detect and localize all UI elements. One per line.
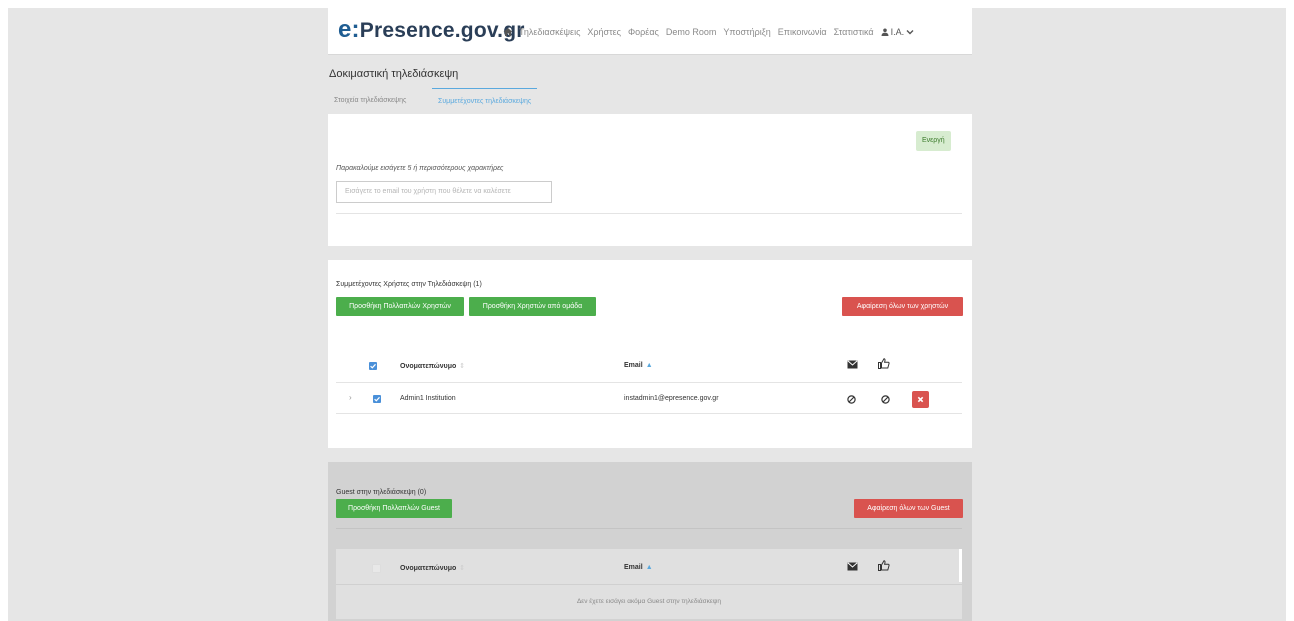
page-container: e:Presence.gov.gr Τηλεδιασκέψεις Χρήστες… — [328, 0, 972, 621]
user-icon — [881, 28, 889, 36]
nav-item-demo-room[interactable]: Demo Room — [666, 27, 717, 37]
add-users-from-group-button[interactable]: Προσθήκη Χρηστών από ομάδα — [469, 297, 596, 316]
thumbs-up-icon — [878, 560, 890, 571]
nav-item-institution[interactable]: Φορέας — [628, 27, 659, 37]
column-header-email[interactable]: Email ▲ — [624, 362, 653, 369]
brand-logo[interactable]: e:Presence.gov.gr — [338, 16, 525, 44]
table-divider — [336, 382, 962, 383]
guests-panel: Guest στην τηλεδιάσκεψη (0) Προσθήκη Πολ… — [328, 462, 972, 621]
sort-icon: ⇕ — [459, 565, 466, 572]
sort-asc-icon: ▲ — [645, 564, 653, 571]
select-all-guests-checkbox[interactable] — [372, 564, 381, 573]
row-checkbox[interactable] — [373, 395, 381, 403]
conference-tabs: Στοιχεία τηλεδιάσκεψης Συμμετέχοντες τηλ… — [328, 88, 972, 114]
ban-icon[interactable] — [881, 395, 890, 404]
guests-heading: Guest στην τηλεδιάσκεψη (0) — [336, 489, 427, 496]
guest-column-header-email[interactable]: Email ▲ — [624, 564, 653, 571]
status-badge: Ενεργή — [916, 131, 951, 151]
divider — [336, 528, 962, 529]
guest-column-header-name-label: Ονοματεπώνυμο — [400, 565, 457, 572]
tab-participants[interactable]: Συμμετέχοντες τηλεδιάσκεψης — [432, 88, 538, 114]
brand-prefix: e: — [338, 16, 360, 43]
column-header-name[interactable]: Ονοματεπώνυμο ⇕ — [400, 362, 465, 370]
participants-heading: Συμμετέχοντες Χρήστες στην Τηλεδιάσκεψη … — [336, 281, 482, 288]
envelope-icon — [847, 562, 858, 571]
envelope-icon — [847, 360, 858, 369]
nav-item-statistics[interactable]: Στατιστικά — [834, 27, 874, 37]
tab-conference-details[interactable]: Στοιχεία τηλεδιάσκεψης — [328, 88, 412, 113]
scrollbar[interactable] — [959, 549, 962, 582]
chevron-down-icon — [906, 30, 914, 35]
home-icon[interactable] — [503, 27, 513, 37]
top-navbar: e:Presence.gov.gr Τηλεδιασκέψεις Χρήστες… — [328, 8, 972, 55]
row-email: instadmin1@epresence.gov.gr — [624, 395, 719, 402]
guest-column-header-email-label: Email — [624, 564, 643, 571]
invite-email-input[interactable]: Εισάγετε το email του χρήστη που θέλετε … — [336, 181, 552, 203]
remove-user-button[interactable] — [912, 391, 929, 408]
user-label: I.A. — [890, 27, 905, 37]
close-icon — [917, 396, 924, 403]
invite-hint: Παρακαλούμε εισάγετε 5 ή περισσότερους χ… — [336, 165, 504, 172]
remove-all-guests-button[interactable]: Αφαίρεση όλων των Guest — [854, 499, 963, 518]
participants-panel: Συμμετέχοντες Χρήστες στην Τηλεδιάσκεψη … — [328, 260, 972, 448]
add-multiple-guests-button[interactable]: Προσθήκη Πολλαπλών Guest — [336, 499, 452, 518]
divider — [336, 213, 962, 214]
expand-row-icon[interactable]: › — [349, 393, 352, 402]
nav-item-contact[interactable]: Επικοινωνία — [778, 27, 827, 37]
page-title: Δοκιμαστική τηλεδιάσκεψη — [329, 68, 459, 80]
table-divider — [336, 584, 962, 585]
sort-icon: ⇕ — [459, 363, 466, 370]
main-nav: Τηλεδιασκέψεις Χρήστες Φορέας Demo Room … — [503, 27, 916, 37]
nav-item-users[interactable]: Χρήστες — [587, 27, 621, 37]
ban-icon[interactable] — [847, 395, 856, 404]
guest-column-header-name[interactable]: Ονοματεπώνυμο ⇕ — [400, 564, 465, 572]
sort-asc-icon: ▲ — [645, 362, 653, 369]
column-header-name-label: Ονοματεπώνυμο — [400, 363, 457, 370]
empty-guests-message: Δεν έχετε εισάγει ακόμα Guest στην τηλεδ… — [576, 598, 722, 605]
brand-name: Presence.gov.gr — [359, 19, 525, 42]
select-all-checkbox[interactable] — [369, 362, 377, 370]
nav-item-support[interactable]: Υποστήριξη — [723, 27, 770, 37]
column-header-email-label: Email — [624, 362, 643, 369]
add-multiple-users-button[interactable]: Προσθήκη Πολλαπλών Χρηστών — [336, 297, 464, 316]
thumbs-up-icon — [878, 358, 890, 369]
remove-all-users-button[interactable]: Αφαίρεση όλων των χρηστών — [842, 297, 963, 316]
row-name: Admin1 Institution — [400, 395, 456, 402]
row-divider — [336, 413, 962, 414]
invite-panel: Ενεργή Παρακαλούμε εισάγετε 5 ή περισσότ… — [328, 114, 972, 246]
user-menu[interactable]: I.A. — [881, 27, 917, 37]
nav-item-conferences[interactable]: Τηλεδιασκέψεις — [519, 27, 580, 37]
